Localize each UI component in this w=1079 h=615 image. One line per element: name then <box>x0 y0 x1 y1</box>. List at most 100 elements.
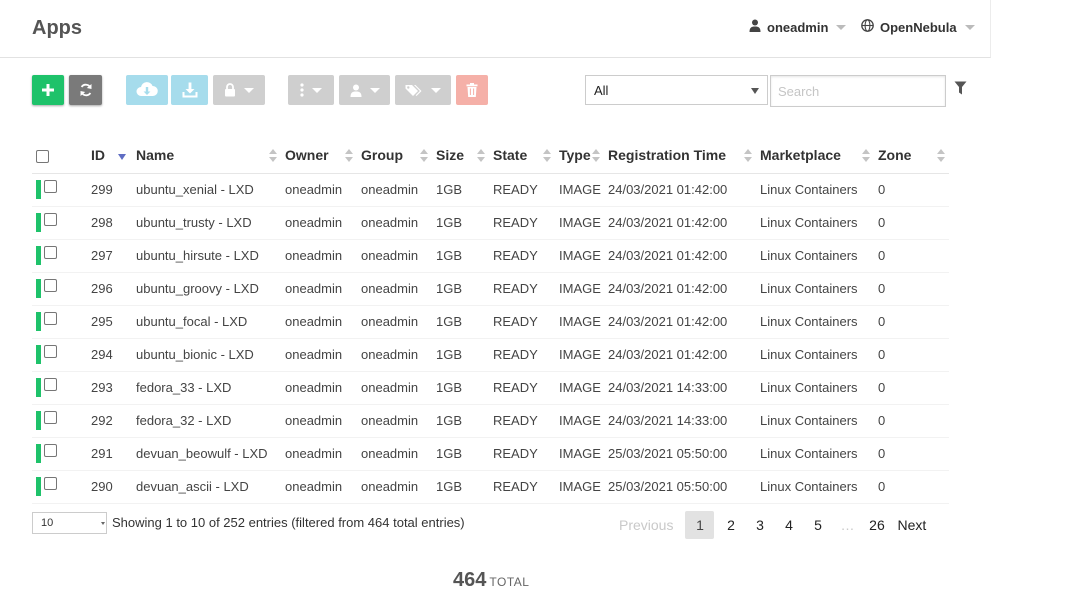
row-checkbox[interactable] <box>44 444 57 457</box>
plus-icon <box>42 84 54 96</box>
cell-name: ubuntu_xenial - LXD <box>132 173 281 207</box>
row-select-cell <box>32 305 87 339</box>
state-filter-select[interactable]: All <box>585 75 768 105</box>
cell-type: IMAGE <box>555 470 604 504</box>
cell-name: ubuntu_groovy - LXD <box>132 272 281 306</box>
cell-owner: oneadmin <box>281 437 357 471</box>
table-row[interactable]: 291 devuan_beowulf - LXD oneadmin oneadmin 1… <box>32 437 949 471</box>
cell-id: 294 <box>87 338 132 372</box>
cell-group: oneadmin <box>357 437 432 471</box>
cell-name: fedora_32 - LXD <box>132 404 281 438</box>
cell-size: 1GB <box>432 305 489 339</box>
table-row[interactable]: 297 ubuntu_hirsute - LXD oneadmin oneadmin 1… <box>32 239 949 273</box>
column-header-owner[interactable]: Owner <box>281 138 357 174</box>
sort-icon <box>592 149 600 163</box>
column-header-name[interactable]: Name <box>132 138 281 174</box>
column-header-group[interactable]: Group <box>357 138 432 174</box>
cell-type: IMAGE <box>555 239 604 273</box>
table-row[interactable]: 296 ubuntu_groovy - LXD oneadmin oneadmin 1G… <box>32 272 949 306</box>
column-header-marketplace[interactable]: Marketplace <box>756 138 874 174</box>
lock-button[interactable] <box>213 75 265 105</box>
cell-type: IMAGE <box>555 371 604 405</box>
tags-icon <box>405 84 423 97</box>
table-row[interactable]: 292 fedora_32 - LXD oneadmin oneadmin 1GB REA… <box>32 404 949 438</box>
table-row[interactable]: 299 ubuntu_xenial - LXD oneadmin oneadmin 1G… <box>32 173 949 207</box>
table-row[interactable]: 298 ubuntu_trusty - LXD oneadmin oneadmin 1G… <box>32 206 949 240</box>
cell-type: IMAGE <box>555 338 604 372</box>
cell-id: 298 <box>87 206 132 240</box>
status-indicator <box>36 411 41 430</box>
pagination-page-4[interactable]: 4 <box>774 511 803 539</box>
pagination-page-1[interactable]: 1 <box>685 511 715 539</box>
cell-registration-time: 24/03/2021 01:42:00 <box>604 305 756 339</box>
export-button[interactable] <box>126 75 168 105</box>
pagination-previous[interactable]: Previous <box>609 511 685 539</box>
pagination-next[interactable]: Next <box>891 511 932 539</box>
column-header-zone[interactable]: Zone <box>874 138 949 174</box>
more-actions-button[interactable] <box>288 75 334 105</box>
row-checkbox[interactable] <box>44 213 57 226</box>
cell-marketplace: Linux Containers <box>756 338 874 372</box>
column-header-size[interactable]: Size <box>432 138 489 174</box>
cell-name: ubuntu_hirsute - LXD <box>132 239 281 273</box>
row-checkbox[interactable] <box>44 246 57 259</box>
cell-marketplace: Linux Containers <box>756 305 874 339</box>
column-header-id[interactable]: ID <box>87 138 132 174</box>
cell-size: 1GB <box>432 371 489 405</box>
page-length-select[interactable]: 10 <box>32 512 107 534</box>
cell-marketplace: Linux Containers <box>756 272 874 306</box>
row-checkbox[interactable] <box>44 180 57 193</box>
table-row[interactable]: 295 ubuntu_focal - LXD oneadmin oneadmin 1GB… <box>32 305 949 339</box>
row-checkbox[interactable] <box>44 411 57 424</box>
zone-menu[interactable]: OpenNebula <box>861 19 975 35</box>
change-owner-button[interactable] <box>339 75 390 105</box>
globe-icon <box>861 19 874 35</box>
cell-owner: oneadmin <box>281 272 357 306</box>
pagination-page-last[interactable]: 26 <box>862 511 891 539</box>
labels-button[interactable] <box>395 75 451 105</box>
column-header-registration-time[interactable]: Registration Time <box>604 138 756 174</box>
table-row[interactable]: 293 fedora_33 - LXD oneadmin oneadmin 1GB REA… <box>32 371 949 405</box>
delete-button[interactable] <box>456 75 488 105</box>
lock-icon <box>224 83 236 97</box>
row-checkbox[interactable] <box>44 345 57 358</box>
top-bar: Apps oneadmin OpenNebula <box>0 0 991 58</box>
download-icon <box>182 82 198 98</box>
search-input[interactable] <box>770 75 946 107</box>
cell-size: 1GB <box>432 437 489 471</box>
user-menu[interactable]: oneadmin <box>749 19 847 35</box>
cell-owner: oneadmin <box>281 371 357 405</box>
page-title: Apps <box>32 17 82 39</box>
create-button[interactable] <box>32 75 64 105</box>
row-checkbox[interactable] <box>44 279 57 292</box>
sort-desc-icon <box>118 154 126 160</box>
sort-icon <box>420 149 428 163</box>
sort-icon <box>543 149 551 163</box>
cell-name: devuan_beowulf - LXD <box>132 437 281 471</box>
download-button[interactable] <box>171 75 208 105</box>
cell-zone: 0 <box>874 239 949 273</box>
cell-state: READY <box>489 239 555 273</box>
refresh-button[interactable] <box>69 75 102 105</box>
filter-icon[interactable] <box>954 81 967 98</box>
table-row[interactable]: 290 devuan_ascii - LXD oneadmin oneadmin 1GB… <box>32 470 949 504</box>
pagination-page-2[interactable]: 2 <box>716 511 745 539</box>
chevron-down-icon <box>369 87 380 93</box>
row-checkbox[interactable] <box>44 378 57 391</box>
pagination: Previous 1 2 3 4 5 … 26 Next <box>609 511 932 539</box>
pagination-page-3[interactable]: 3 <box>745 511 774 539</box>
cloud-download-icon <box>136 82 158 98</box>
user-name: oneadmin <box>767 19 829 35</box>
row-checkbox[interactable] <box>44 477 57 490</box>
sort-icon <box>862 149 870 163</box>
pagination-page-5[interactable]: 5 <box>803 511 832 539</box>
column-header-type[interactable]: Type <box>555 138 604 174</box>
cell-id: 299 <box>87 173 132 207</box>
table-row[interactable]: 294 ubuntu_bionic - LXD oneadmin oneadmin 1G… <box>32 338 949 372</box>
cell-state: READY <box>489 173 555 207</box>
column-header-state[interactable]: State <box>489 138 555 174</box>
cell-zone: 0 <box>874 272 949 306</box>
row-checkbox[interactable] <box>44 312 57 325</box>
select-all-checkbox[interactable] <box>36 150 49 164</box>
cell-state: READY <box>489 371 555 405</box>
